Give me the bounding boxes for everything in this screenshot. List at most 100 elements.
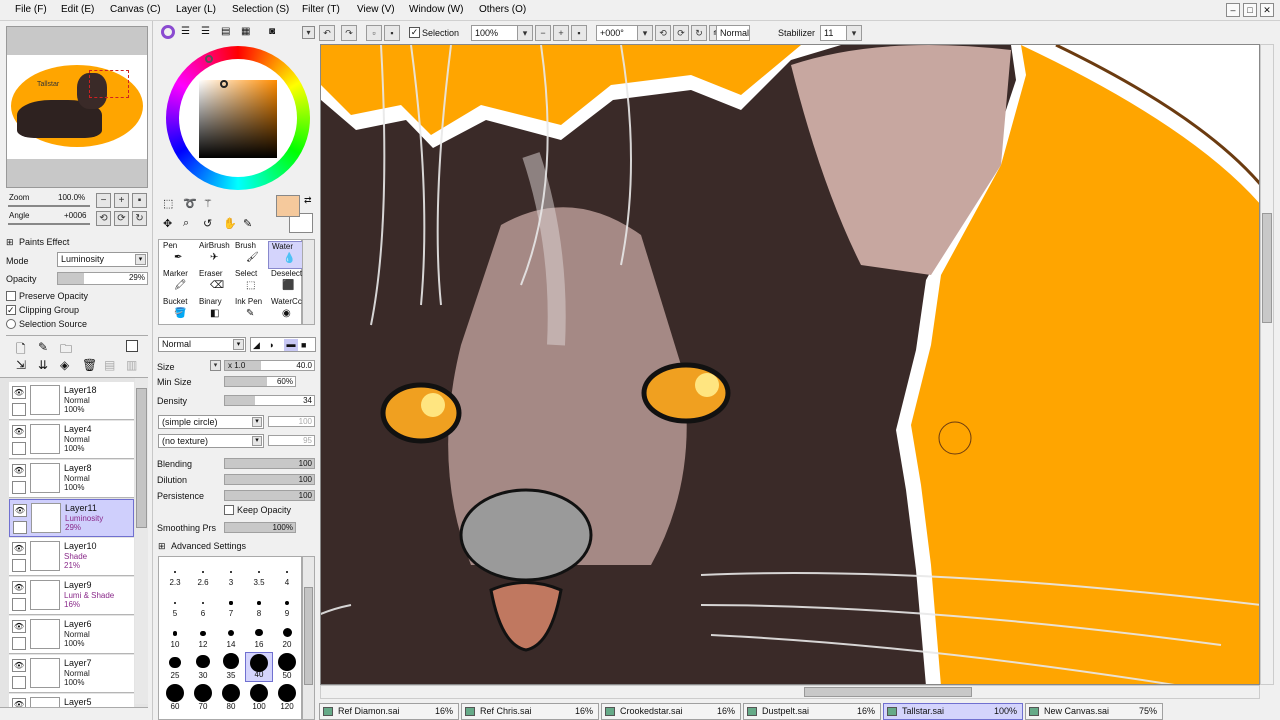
zoom-in-icon[interactable]: + [553, 25, 569, 41]
layer-visibility-icon[interactable]: 👁 [12, 698, 26, 707]
deselect-icon[interactable]: ▫ [366, 25, 382, 41]
zoom-reset-icon[interactable]: ▪ [571, 25, 587, 41]
shape-flat-icon[interactable]: ◢ [253, 340, 260, 351]
brush-texture-strength[interactable]: 95 [268, 435, 315, 446]
brush-size-cell[interactable]: 30 [189, 652, 217, 682]
brush-size-cell[interactable]: 5 [161, 590, 189, 620]
size-slider[interactable]: x 1.0 40.0 [224, 360, 315, 371]
zoom-out-icon[interactable]: − [535, 25, 551, 41]
angle-slider[interactable] [8, 223, 90, 225]
magic-wand-icon[interactable]: ⚚ [203, 197, 213, 210]
swap-colors-icon[interactable]: ⇄ [304, 195, 312, 206]
shape-soft-icon[interactable]: ▬ [284, 339, 298, 351]
brush-size-cell[interactable]: 16 [245, 621, 273, 651]
nav-zoom-in-icon[interactable]: + [114, 193, 129, 208]
brush-shape-strength[interactable]: 100 [268, 416, 315, 427]
selection-checkbox[interactable]: ✓ [409, 27, 420, 38]
tool-airbrush[interactable]: AirBrush ✈ [196, 241, 234, 269]
layer-mode-select[interactable]: Luminosity ▾ [57, 252, 148, 267]
tool-bucket[interactable]: Bucket 🪣 [160, 297, 198, 325]
move-icon[interactable]: ✥ [163, 217, 172, 230]
brush-size-cell[interactable]: 35 [217, 652, 245, 682]
tool-eraser[interactable]: Eraser ⌫ [196, 269, 234, 297]
layer-hscrollbar[interactable] [0, 707, 148, 720]
brush-size-scrollbar-thumb[interactable] [304, 587, 313, 685]
persistence-slider[interactable]: 100 [224, 490, 315, 501]
layer-row[interactable]: 👁 Layer6 Normal 100% [9, 616, 134, 654]
layer-row[interactable]: 👁 Layer18 Normal 100% [9, 382, 134, 420]
layer-visibility-icon[interactable]: 👁 [12, 542, 26, 555]
menu-others[interactable]: Others (O) [479, 4, 526, 15]
minimize-button[interactable]: – [1226, 3, 1240, 17]
layer-scrollbar[interactable] [135, 378, 148, 704]
swatch-tab-icon[interactable]: ▤ [221, 26, 230, 37]
layer-row[interactable]: 👁 Layer10 Shade 21% [9, 538, 134, 576]
brush-size-cell[interactable]: 70 [189, 683, 217, 713]
brush-size-cell[interactable]: 40 [245, 652, 273, 682]
brush-shape-select[interactable]: (simple circle) ▾ [158, 415, 264, 429]
pad-tab-icon[interactable]: ◙ [269, 26, 275, 37]
maximize-button[interactable]: □ [1243, 3, 1257, 17]
brush-size-cell[interactable]: 12 [189, 621, 217, 651]
rotate-tool-icon[interactable]: ↺ [203, 217, 212, 230]
menu-selection[interactable]: Selection (S) [232, 4, 289, 15]
tool-brush[interactable]: Brush 🖌 [232, 241, 270, 269]
brush-size-cell[interactable]: 50 [273, 652, 301, 682]
tool-ink-pen[interactable]: Ink Pen ✎ [232, 297, 270, 325]
density-slider[interactable]: 34 [224, 395, 315, 406]
tool-deselect[interactable]: Deselect ⬛ [268, 269, 306, 297]
zoom-slider[interactable] [8, 205, 90, 207]
advanced-expand-icon[interactable]: ⊞ [158, 541, 166, 552]
rotate-reset-icon[interactable]: ↻ [691, 25, 707, 41]
layer-visibility-icon[interactable]: 👁 [12, 425, 26, 438]
rotate-left-icon[interactable]: ⟲ [655, 25, 671, 41]
document-tab[interactable]: Tallstar.sai 100% [883, 703, 1023, 720]
brush-blend-select[interactable]: Normal ▾ [158, 337, 246, 352]
layer-visibility-icon[interactable]: 👁 [12, 620, 26, 633]
shape-hard-icon[interactable]: ■ [301, 340, 306, 350]
layer-lock-checkbox[interactable] [12, 559, 26, 572]
layer-row[interactable]: 👁 Layer7 Normal 100% [9, 655, 134, 693]
brush-size-cell[interactable]: 8 [245, 590, 273, 620]
menu-edit[interactable]: Edit (E) [61, 4, 94, 15]
scratchpad-tab-icon[interactable]: ▦ [241, 26, 250, 37]
dilution-slider[interactable]: 100 [224, 474, 315, 485]
layer-row[interactable]: 👁 Layer8 Normal 100% [9, 460, 134, 498]
brush-size-scrollbar[interactable] [302, 556, 315, 720]
layer-lock-checkbox[interactable] [12, 676, 26, 689]
canvas-hscrollbar[interactable] [320, 685, 1260, 699]
eyedropper-icon[interactable]: ✎ [243, 217, 252, 230]
keep-opacity-checkbox[interactable] [224, 505, 234, 515]
brush-size-cell[interactable]: 2.6 [189, 559, 217, 589]
tool-scrollbar[interactable] [302, 239, 315, 325]
layer-opacity-slider[interactable]: 29% [57, 272, 148, 285]
rgb-slider-tab-icon[interactable]: ☰ [181, 26, 190, 37]
nav-zoom-reset-icon[interactable]: ▪ [132, 193, 147, 208]
layer-lock-checkbox[interactable] [12, 598, 26, 611]
advanced-settings-label[interactable]: Advanced Settings [171, 541, 246, 551]
document-tab[interactable]: Crookedstar.sai 16% [601, 703, 741, 720]
document-tab[interactable]: New Canvas.sai 75% [1025, 703, 1163, 720]
invert-selection-icon[interactable]: ▪ [384, 25, 400, 41]
nav-zoom-out-icon[interactable]: − [96, 193, 111, 208]
tool-pen[interactable]: Pen ✒ [160, 241, 198, 269]
color-wheel[interactable] [166, 46, 310, 190]
angle-dropdown-icon[interactable]: ▾ [637, 25, 653, 41]
color-wheel-tab-icon[interactable] [161, 25, 175, 39]
layer-visibility-icon[interactable]: 👁 [12, 386, 26, 399]
mask-icon[interactable] [126, 340, 138, 352]
marquee-icon[interactable]: ⬚ [163, 197, 173, 210]
menu-canvas[interactable]: Canvas (C) [110, 4, 161, 15]
layer-lock-checkbox[interactable] [13, 521, 27, 534]
hsv-slider-tab-icon[interactable]: ☰ [201, 26, 210, 37]
brush-size-cell[interactable]: 100 [245, 683, 273, 713]
clipping-group-checkbox[interactable]: ✓ [6, 305, 16, 315]
layer-visibility-icon[interactable]: 👁 [12, 581, 26, 594]
layer-scrollbar-thumb[interactable] [136, 388, 147, 528]
brush-size-cell[interactable]: 20 [273, 621, 301, 651]
brush-size-cell[interactable]: 4 [273, 559, 301, 589]
rotate-right-icon[interactable]: ⟳ [673, 25, 689, 41]
brush-size-cell[interactable]: 25 [161, 652, 189, 682]
close-button[interactable]: ✕ [1260, 3, 1274, 17]
document-tab[interactable]: Ref Chris.sai 16% [461, 703, 599, 720]
